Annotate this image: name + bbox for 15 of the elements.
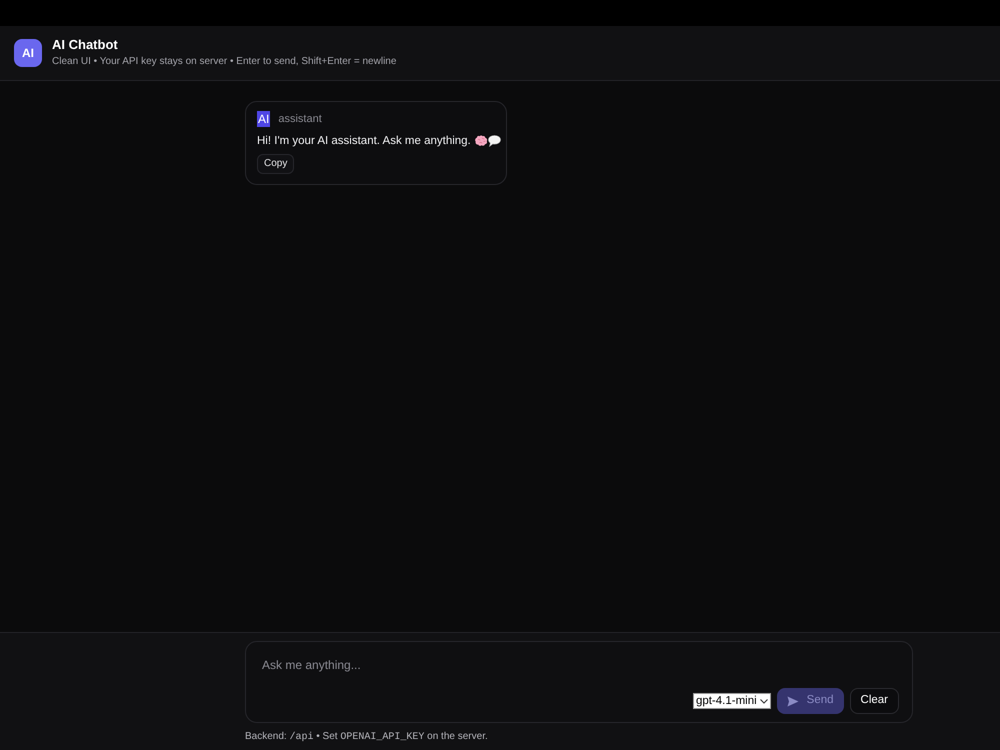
model-select[interactable]: gpt-4.1-mini [692,693,771,709]
message-input[interactable]: Ask me anything... [259,654,899,676]
avatar-label: AI [257,111,270,128]
app-title: AI Chatbot [52,37,119,53]
app-subtitle: Clean UI • Your API key stays on server • Enter to send, Shift+Enter = newline [52,55,396,69]
clear-button[interactable]: Clear [850,688,899,714]
copy-button[interactable]: Copy [257,154,294,174]
send-icon [786,696,799,706]
backend-note: Backend: /api • Set OPENAI_API_KEY on the server. [245,730,489,745]
chevron-down-icon [760,698,768,704]
brain-icon [474,135,488,148]
app-logo: AI [14,39,42,67]
message-text: Hi! I'm your AI assistant. Ask me anything. [257,134,471,148]
speech-bubble-icon [488,135,501,148]
message-role: assistant [278,112,322,127]
